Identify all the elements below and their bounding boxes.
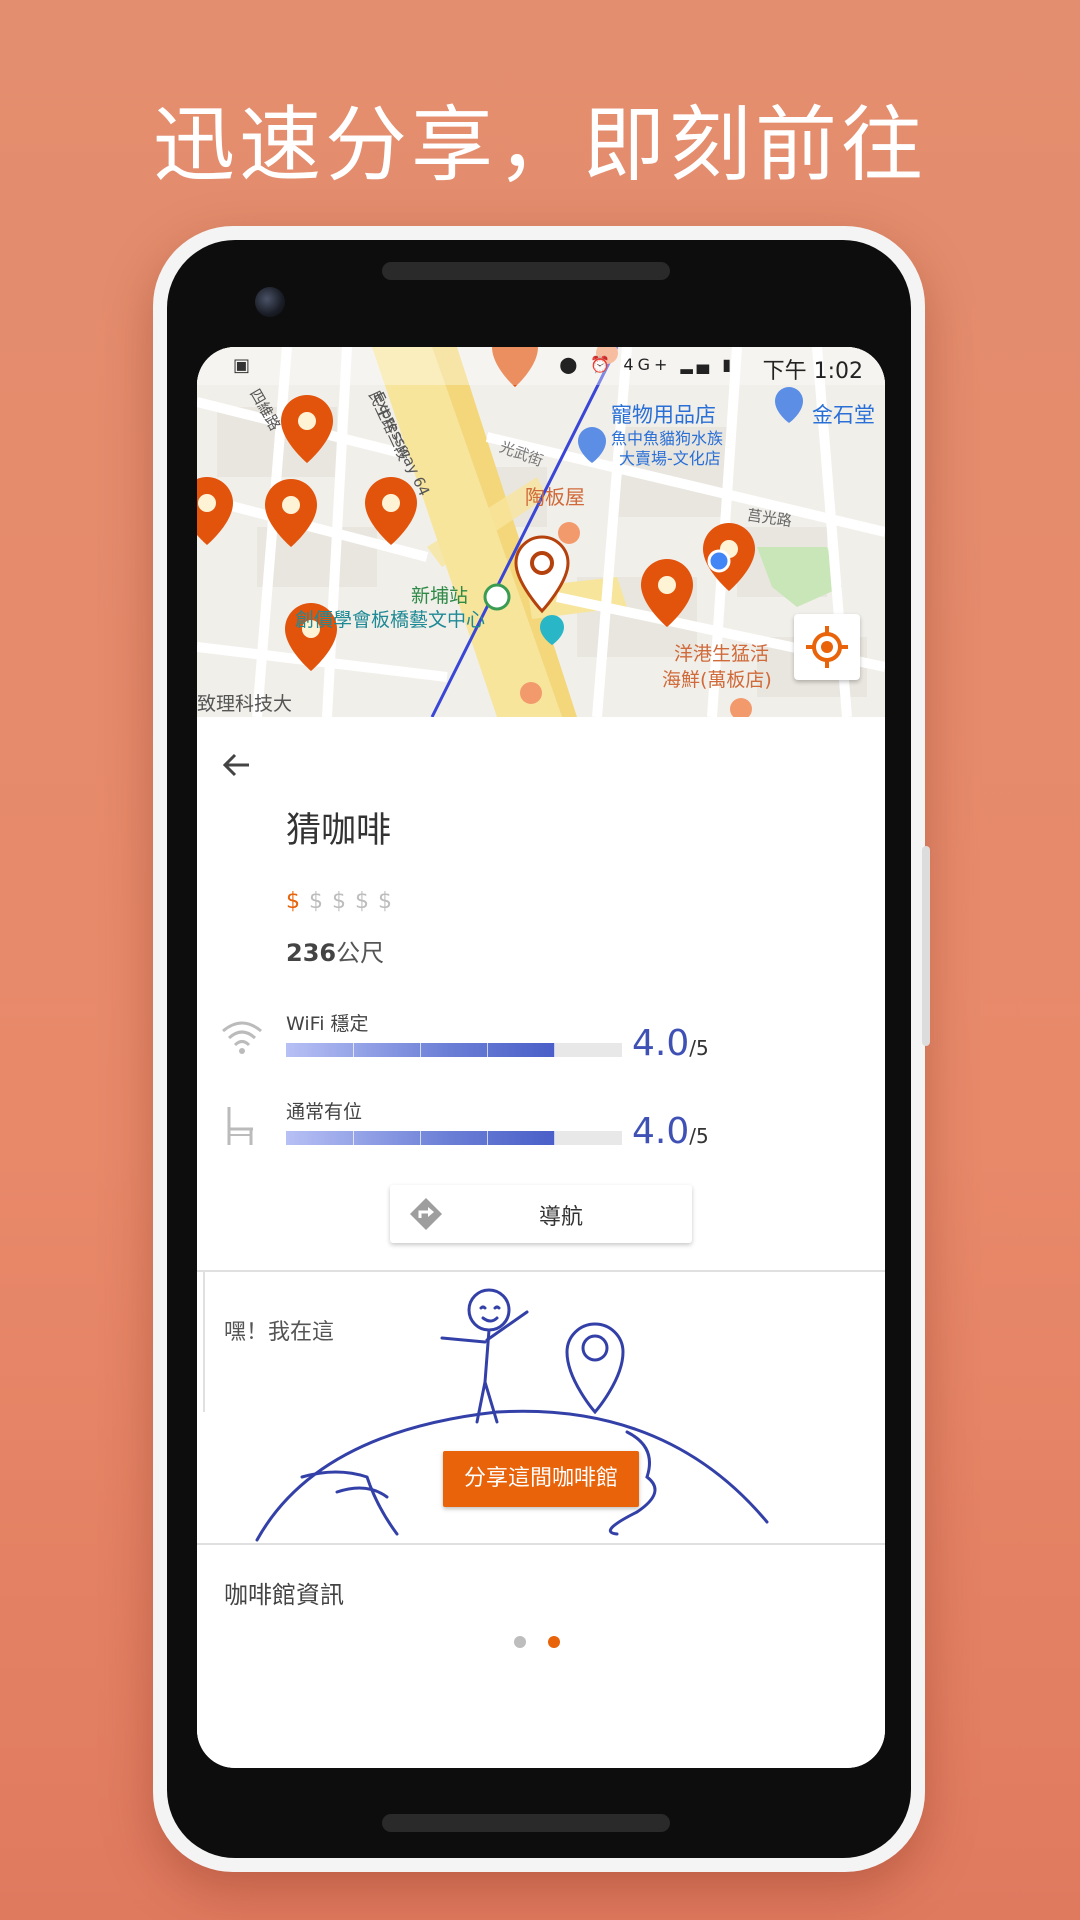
phone-screen: ▣ ⬤ ⏰ 4G+ ▂▄ ▮ 下午 1:02 寵物用品店 魚中魚貓狗水族 大賣場…: [197, 347, 885, 1768]
page-indicator: [197, 1636, 885, 1656]
rating-label: 通常有位: [286, 1101, 363, 1123]
cafe-detail-panel: 猜咖啡 $$$$$ 236公尺 WiFi 穩定 4.0/5 通常有位 4.0/5…: [197, 717, 885, 1768]
map-graphics: [197, 347, 885, 717]
price-symbol: $: [378, 889, 401, 914]
page-dot-active[interactable]: [548, 1636, 560, 1648]
phone-speaker-top: [382, 262, 670, 280]
map-label-tech-university: 致理科技大: [197, 693, 293, 715]
price-symbol: $: [332, 889, 355, 914]
status-bar: ▣ ⬤ ⏰ 4G+ ▂▄ ▮ 下午 1:02: [197, 347, 885, 385]
image-notification-icon: ▣: [233, 355, 251, 376]
distance-unit: 公尺: [336, 939, 385, 967]
map-label-art-center: 創價學會板橋藝文中心: [295, 609, 486, 631]
status-icons: ⬤ ⏰ 4G+ ▂▄ ▮: [559, 355, 735, 374]
my-location-button[interactable]: [794, 614, 860, 680]
section-divider: [197, 1543, 885, 1545]
share-cafe-button[interactable]: 分享這間咖啡館: [443, 1451, 639, 1507]
price-symbol: $: [355, 889, 378, 914]
map-label-pet-shop-sub2: 大賣場-文化店: [619, 449, 721, 468]
phone-side-button: [922, 846, 930, 1046]
phone-camera: [255, 287, 285, 317]
rating-label: WiFi 穩定: [286, 1013, 369, 1035]
map-label-golden-stone: 金石堂: [812, 403, 875, 427]
status-time: 下午 1:02: [762, 359, 863, 384]
cafe-name: 猜咖啡: [286, 811, 392, 851]
price-symbol: $: [309, 889, 332, 914]
map-label-xinpu-station: 新埔站: [411, 585, 469, 607]
rating-seats: 通常有位 4.0/5: [219, 1097, 879, 1167]
wifi-icon: [222, 1021, 262, 1054]
share-section: 嘿！我在這 分享這間咖啡館: [197, 1272, 885, 1544]
rating-bar: [286, 1131, 622, 1145]
rating-score: 4.0/5: [632, 1023, 709, 1064]
headline: 迅速分享，即刻前往: [152, 98, 927, 193]
price-symbol: $: [286, 889, 309, 914]
chair-icon: [227, 1107, 253, 1145]
page-dot[interactable]: [514, 1636, 526, 1648]
locate-icon: [806, 626, 848, 668]
map-view[interactable]: ▣ ⬤ ⏰ 4G+ ▂▄ ▮ 下午 1:02 寵物用品店 魚中魚貓狗水族 大賣場…: [197, 347, 885, 717]
cafe-info-title: 咖啡館資訊: [224, 1581, 344, 1609]
distance-value: 236: [286, 939, 337, 967]
navigate-label: 導航: [538, 1205, 583, 1230]
rating-score: 4.0/5: [632, 1111, 709, 1152]
navigate-button[interactable]: 導航: [390, 1185, 692, 1243]
distance: 236公尺: [286, 933, 384, 968]
price-level: $$$$$: [286, 889, 401, 914]
rating-bar: [286, 1043, 622, 1057]
back-arrow-icon[interactable]: [219, 747, 255, 783]
rating-wifi: WiFi 穩定 4.0/5: [219, 1009, 879, 1079]
map-label-taoban: 陶板屋: [525, 485, 585, 509]
map-label-seafood-branch: 海鮮(萬板店): [662, 669, 772, 691]
phone-speaker-bottom: [382, 1814, 670, 1832]
map-label-seafood: 洋港生猛活: [674, 643, 770, 665]
